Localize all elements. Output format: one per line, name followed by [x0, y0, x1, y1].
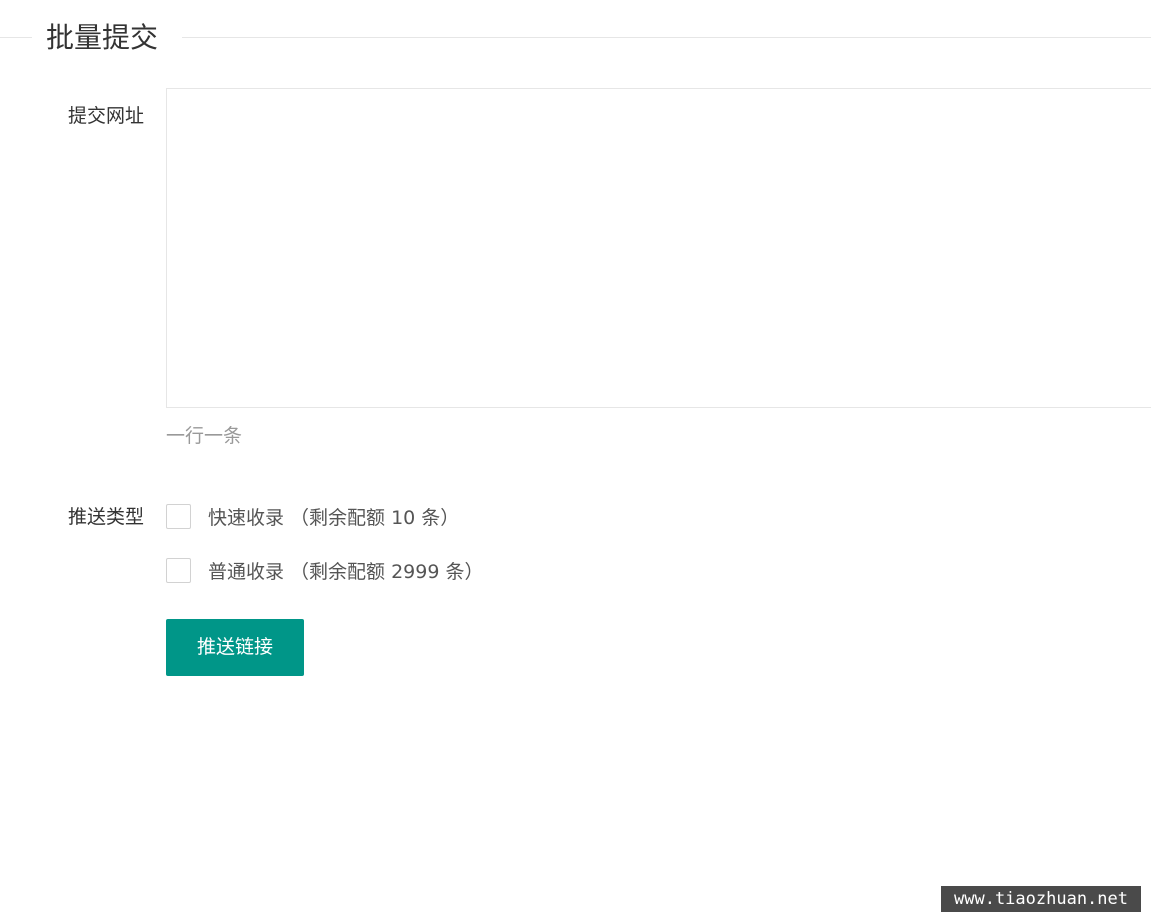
normal-index-checkbox[interactable] [166, 558, 191, 583]
url-field-hint: 一行一条 [166, 425, 243, 447]
legend-divider-left [0, 37, 32, 38]
url-textarea[interactable] [166, 88, 1151, 408]
fast-index-checkbox-row[interactable]: 快速收录 （剩余配额 10 条） [166, 503, 459, 530]
normal-index-label: 普通收录 （剩余配额 2999 条） [208, 561, 484, 583]
section-title: 批量提交 [46, 21, 159, 54]
site-watermark: www.tiaozhuan.net [941, 886, 1141, 912]
fast-index-label: 快速收录 （剩余配额 10 条） [208, 507, 460, 529]
fast-index-checkbox[interactable] [166, 504, 191, 529]
normal-index-checkbox-row[interactable]: 普通收录 （剩余配额 2999 条） [166, 557, 483, 584]
push-links-button[interactable]: 推送链接 [166, 619, 304, 676]
batch-submit-page: 批量提交 提交网址 一行一条 推送类型 快速收录 （剩余配额 10 条） 普通收… [0, 0, 1151, 919]
push-type-label: 推送类型 [67, 506, 144, 528]
legend-divider-right [182, 37, 1151, 38]
url-field-label: 提交网址 [67, 105, 144, 127]
